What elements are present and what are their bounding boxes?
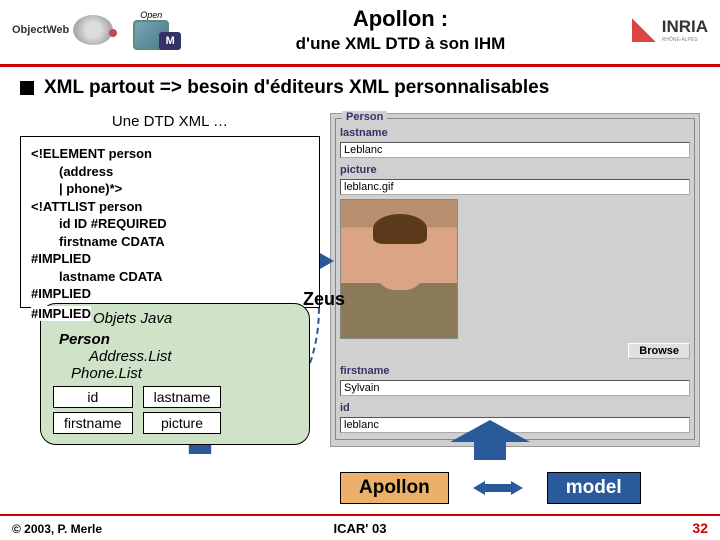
attr-picture: picture	[143, 412, 222, 434]
ccm-shape-icon: M	[133, 20, 169, 50]
dtd-code-box: <!ELEMENT person (address | phone)*> <!A…	[20, 136, 320, 308]
double-arrow-icon	[473, 481, 523, 495]
class-phonelist: Phone.List	[71, 365, 297, 382]
slide-title: Apollon :	[189, 6, 611, 32]
slide-header: ObjectWeb Open M Apollon : d'une XML DTD…	[0, 0, 720, 58]
m-badge: M	[159, 32, 181, 50]
dtd-line: id ID #REQUIRED	[31, 215, 309, 233]
footer-divider	[0, 514, 720, 516]
up-arrow-icon	[450, 420, 530, 460]
bullet-line: XML partout => besoin d'éditeurs XML per…	[20, 77, 700, 99]
bullet-text: XML partout => besoin d'éditeurs XML per…	[44, 77, 549, 99]
input-firstname[interactable]	[340, 380, 690, 396]
label-id: id	[340, 402, 690, 414]
form-legend-person: Person	[342, 111, 387, 123]
label-firstname: firstname	[340, 365, 690, 377]
class-person: Person	[59, 331, 297, 348]
photo-preview	[340, 199, 458, 339]
model-box: model	[547, 472, 641, 504]
header-divider	[0, 64, 720, 67]
objectweb-logo: ObjectWeb	[12, 15, 113, 45]
dtd-line: (address	[31, 163, 309, 181]
title-block: Apollon : d'une XML DTD à son IHM	[189, 6, 611, 54]
inria-subtext: RHÔNE-ALPES	[662, 37, 708, 43]
dtd-line: | phone)*>	[31, 180, 309, 198]
dtd-line: <!ELEMENT person	[31, 146, 152, 161]
dtd-overflow: #IMPLIED	[31, 306, 91, 321]
java-objects-box: #IMPLIED Objets Java Person Address.List…	[40, 303, 310, 445]
label-picture: picture	[340, 164, 690, 176]
dtd-line: #IMPLIED	[31, 251, 91, 266]
zeus-arrow-icon	[320, 253, 334, 269]
footer-conference: ICAR' 03	[0, 521, 720, 536]
globe-icon	[73, 15, 113, 45]
attr-id: id	[53, 386, 133, 408]
class-addresslist: Address.List	[89, 348, 297, 365]
footer-page-number: 32	[692, 520, 708, 536]
browse-button[interactable]: Browse	[628, 343, 690, 359]
flow-row: Apollon model	[340, 472, 641, 504]
form-group-person: Person lastname picture Browse firstname	[335, 118, 695, 440]
objectweb-text: ObjectWeb	[12, 24, 69, 36]
dtd-line: firstname CDATA	[31, 233, 309, 251]
dtd-line: <!ATTLIST person	[31, 199, 142, 214]
generated-form: Person lastname picture Browse firstname	[330, 113, 700, 447]
openccm-logo: Open M	[133, 10, 169, 50]
attr-firstname: firstname	[53, 412, 133, 434]
inria-text: INRIA	[662, 17, 708, 36]
zeus-label: Zeus	[303, 289, 345, 310]
apollon-box: Apollon	[340, 472, 449, 504]
label-lastname: lastname	[340, 127, 690, 139]
dtd-caption: Une DTD XML …	[20, 113, 320, 130]
left-logos: ObjectWeb Open M	[12, 10, 169, 50]
input-picture[interactable]	[340, 179, 690, 195]
input-lastname[interactable]	[340, 142, 690, 158]
bullet-square-icon	[20, 81, 34, 95]
slide-subtitle: d'une XML DTD à son IHM	[189, 34, 611, 54]
dtd-line: #IMPLIED	[31, 286, 91, 301]
dtd-line: lastname CDATA	[31, 268, 309, 286]
open-text: Open	[140, 10, 162, 20]
java-objects-title: Objets Java	[93, 310, 297, 327]
attr-lastname: lastname	[143, 386, 222, 408]
inria-triangle-icon	[632, 18, 656, 42]
inria-logo: INRIA RHÔNE-ALPES	[632, 17, 708, 43]
